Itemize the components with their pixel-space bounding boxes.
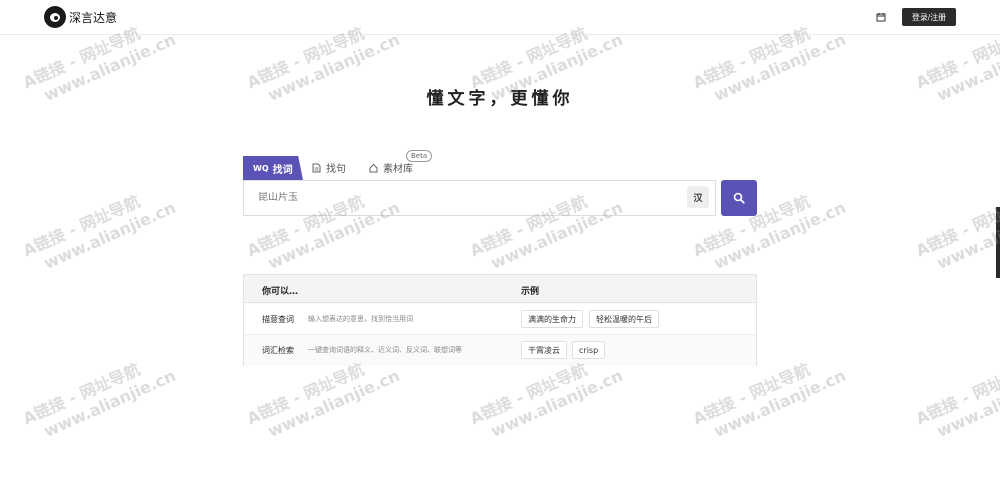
tab-find-word-label: 找词 [272, 164, 293, 176]
tab-find-word[interactable]: WQ 找词 [243, 156, 303, 180]
document-icon [312, 163, 321, 172]
search-icon [733, 192, 745, 204]
logo-text: 深言达意 [69, 10, 118, 25]
tab-material-library[interactable]: 素材库 [369, 160, 413, 175]
tab-material-library-label: 素材库 [383, 164, 413, 175]
capability-table: 你可以… 示例 描意查词 输入想表达的意思，找到恰当用词 满满的生命力 轻松温暖… [243, 274, 757, 366]
tab-find-sentence-label: 找句 [326, 164, 346, 175]
row-description: 输入想表达的意思，找到恰当用词 [308, 315, 413, 323]
row-name: 描意查词 [262, 315, 294, 324]
row-name: 词汇检索 [262, 346, 294, 355]
table-row: 描意查词 输入想表达的意思，找到恰当用词 满满的生命力 轻松温暖的午后 [244, 304, 756, 335]
search-button[interactable] [721, 180, 757, 216]
example-chip[interactable]: crisp [572, 341, 606, 359]
table-header: 你可以… 示例 [244, 275, 756, 303]
table-row: 词汇检索 一键查询词语的释义、近义词、反义词、联想词等 干霄凌云 crisp [244, 335, 756, 366]
example-chip[interactable]: 满满的生命力 [521, 310, 583, 328]
header-example: 示例 [521, 287, 540, 297]
beta-badge: Beta [406, 150, 433, 162]
search-box [243, 180, 716, 216]
logo[interactable]: 深言达意 [44, 6, 117, 28]
login-register-button[interactable]: 登录/注册 [902, 8, 956, 26]
side-feedback-bar[interactable] [996, 207, 1000, 278]
chinese-input-toggle[interactable]: 汉 [687, 186, 709, 208]
logo-icon [44, 6, 66, 28]
calendar-icon[interactable] [876, 12, 886, 22]
tab-find-sentence[interactable]: 找句 [312, 160, 346, 175]
example-chip[interactable]: 轻松温暖的午后 [589, 310, 659, 328]
header-capability: 你可以… [262, 287, 299, 297]
home-icon [369, 163, 378, 172]
search-input[interactable] [258, 192, 678, 203]
row-description: 一键查询词语的释义、近义词、反义词、联想词等 [308, 346, 462, 354]
watermark: A链接 - 网址导航 www.alianjie.cn [20, 191, 179, 273]
watermark: A链接 - 网址导航 www.alianjie.cn [913, 191, 1000, 273]
top-header: 深言达意 登录/注册 [0, 0, 1000, 35]
find-word-icon: WQ [253, 163, 269, 173]
watermark: A链接 - 网址导航 www.alianjie.cn [913, 359, 1000, 441]
watermark: A链接 - 网址导航 www.alianjie.cn [20, 359, 179, 441]
example-chip[interactable]: 干霄凌云 [521, 341, 567, 359]
page-slogan: 懂文字，更懂你 [426, 89, 574, 109]
